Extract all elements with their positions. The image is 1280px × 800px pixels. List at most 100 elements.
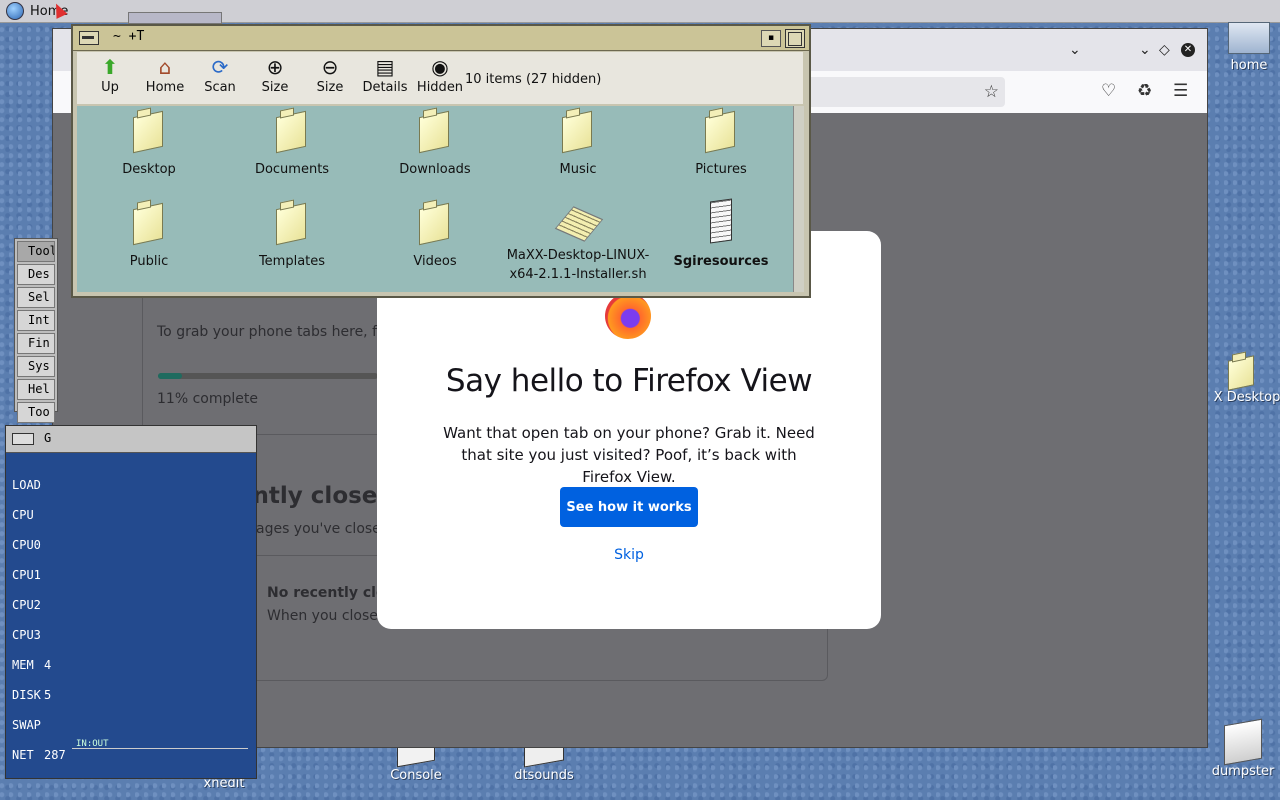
zoom-out-icon: ⊖	[321, 55, 339, 79]
up-arrow-icon: ⬆	[101, 55, 119, 79]
meter-label-cpu2: CPU2	[12, 598, 41, 612]
folder-icon	[274, 200, 310, 242]
zoom-in-button[interactable]: ⊕ Size	[250, 56, 300, 95]
net-graph	[72, 748, 248, 758]
minimized-window-tab[interactable]	[128, 12, 222, 24]
home-icon: ⌂	[158, 55, 172, 79]
file-item-videos[interactable]: Videos	[365, 200, 505, 269]
meter-label-cpu1: CPU1	[12, 568, 41, 582]
file-item-public[interactable]: Public	[79, 200, 219, 269]
meter-value-mem: 4	[44, 658, 52, 672]
eye-icon: ◉	[431, 55, 449, 79]
window-close-icon[interactable]: ✕	[1181, 43, 1195, 57]
folder-icon	[1226, 352, 1256, 388]
bookmark-star-icon[interactable]: ☆	[984, 82, 999, 102]
file-item-desktop[interactable]: Desktop	[79, 108, 219, 177]
top-bar: Home	[0, 0, 1280, 24]
minimize-icon[interactable]	[12, 433, 34, 445]
modal-title: Say hello to Firefox View	[445, 363, 813, 399]
meter-label-mem: MEM	[12, 658, 34, 672]
progress-text: 11% complete	[157, 391, 258, 407]
computer-icon	[1228, 22, 1270, 54]
toolchest-panel: Tool Des Sel Int Fin Sys Hel Too	[14, 238, 58, 423]
desktop-icon-home[interactable]: home	[1204, 22, 1280, 73]
file-manager-title: ~ +T	[113, 29, 145, 44]
toolchest-item-find[interactable]: Fin	[17, 333, 55, 354]
script-file-icon	[558, 204, 598, 240]
dumpster-icon	[1224, 718, 1262, 766]
maximize-button[interactable]	[785, 29, 805, 48]
meter-label-load: LOAD	[12, 478, 41, 492]
desktop-icon-dumpster[interactable]: dumpster	[1198, 718, 1280, 779]
iconify-button[interactable]: ▪	[761, 30, 781, 47]
system-meter-titlebar: G	[6, 426, 256, 453]
grab-tabs-text: To grab your phone tabs here, f	[157, 324, 378, 340]
meter-label-cpu0: CPU0	[12, 538, 41, 552]
folder-icon	[417, 108, 453, 150]
skip-link[interactable]: Skip	[377, 547, 881, 563]
meter-label-swap: SWAP	[12, 718, 41, 732]
toolchest-item-desktop[interactable]: Des	[17, 264, 55, 285]
scan-button[interactable]: ⟳ Scan	[195, 56, 245, 95]
window-menu-icon[interactable]	[79, 31, 99, 45]
window-maximize-icon[interactable]: ◇	[1159, 42, 1170, 58]
hidden-button[interactable]: ◉ Hidden	[415, 56, 465, 95]
file-item-sgiresources[interactable]: Sgiresources	[651, 200, 791, 269]
file-manager-toolbar: ⬆ Up ⌂ Home ⟳ Scan ⊕ Size ⊖ Size ▤ Detai…	[77, 52, 803, 104]
file-item-pictures[interactable]: Pictures	[651, 108, 791, 177]
desktop-icon-dtsounds[interactable]: dtsounds	[499, 738, 589, 783]
up-button[interactable]: ⬆ Up	[85, 56, 135, 95]
see-how-it-works-button[interactable]: See how it works	[560, 487, 698, 527]
file-item-downloads[interactable]: Downloads	[365, 108, 505, 177]
extensions-icon[interactable]: ♻	[1137, 81, 1152, 101]
pocket-icon[interactable]: ♡	[1101, 81, 1116, 101]
details-button[interactable]: ▤ Details	[360, 56, 410, 95]
url-bar[interactable]: ☆	[805, 77, 1005, 107]
progress-fill	[158, 373, 183, 379]
refresh-icon: ⟳	[211, 55, 229, 79]
file-item-installer-script[interactable]: MaXX-Desktop-LINUX-x64-2.1.1-Installer.s…	[503, 200, 653, 284]
file-icon-view: Desktop Documents Downloads Music Pictur…	[77, 106, 793, 292]
toolchest-item-help[interactable]: Hel	[17, 379, 55, 400]
firefox-logo-icon	[605, 293, 651, 339]
system-meter-title: G	[44, 431, 52, 445]
home-button[interactable]: ⌂ Home	[140, 56, 190, 95]
meter-label-cpu: CPU	[12, 508, 34, 522]
item-count: 10 items (27 hidden)	[465, 72, 602, 87]
modal-description: Want that open tab on your phone? Grab i…	[443, 424, 815, 486]
no-recent-subtitle: When you close	[267, 608, 378, 624]
meter-label-net: NET	[12, 748, 34, 762]
meter-label-disk: DISK	[12, 688, 41, 702]
toolchest-item-system[interactable]: Sys	[17, 356, 55, 377]
meter-value-disk: 5	[44, 688, 52, 702]
details-list-icon: ▤	[375, 55, 395, 79]
file-item-music[interactable]: Music	[508, 108, 648, 177]
toolchest-item-tools[interactable]: Too	[17, 402, 55, 423]
file-manager-titlebar[interactable]: ~ +T ▪	[73, 26, 809, 51]
folder-icon	[560, 108, 596, 150]
toolchest-item-internet[interactable]: Int	[17, 310, 55, 331]
meter-value-net: 287	[44, 748, 66, 762]
meter-label-cpu3: CPU3	[12, 628, 41, 642]
zoom-out-button[interactable]: ⊖ Size	[305, 56, 355, 95]
folder-icon	[274, 108, 310, 150]
setup-progress-bar	[158, 373, 378, 379]
desktop-icon-maxx-desktop[interactable]: X Desktop	[1196, 352, 1280, 405]
file-item-templates[interactable]: Templates	[222, 200, 362, 269]
globe-icon	[6, 2, 24, 20]
tab-list-icon[interactable]: ⌄	[1069, 42, 1081, 58]
toolchest-item-selected[interactable]: Sel	[17, 287, 55, 308]
file-manager-window: ~ +T ▪ ⬆ Up ⌂ Home ⟳ Scan ⊕ Size ⊖ Size …	[71, 24, 811, 298]
desktop-icon-console[interactable]: Console	[371, 738, 461, 783]
menu-hamburger-icon[interactable]: ☰	[1173, 81, 1188, 101]
file-item-documents[interactable]: Documents	[222, 108, 362, 177]
folder-icon	[703, 108, 739, 150]
no-recent-title: No recently clo	[267, 585, 386, 601]
folder-icon	[131, 200, 167, 242]
folder-icon	[131, 108, 167, 150]
window-menu-chevron-icon[interactable]: ⌄	[1139, 42, 1151, 58]
zoom-in-icon: ⊕	[266, 55, 284, 79]
document-icon	[708, 200, 734, 242]
toolchest-title: Tool	[17, 241, 55, 262]
vertical-scrollbar[interactable]	[793, 106, 804, 292]
